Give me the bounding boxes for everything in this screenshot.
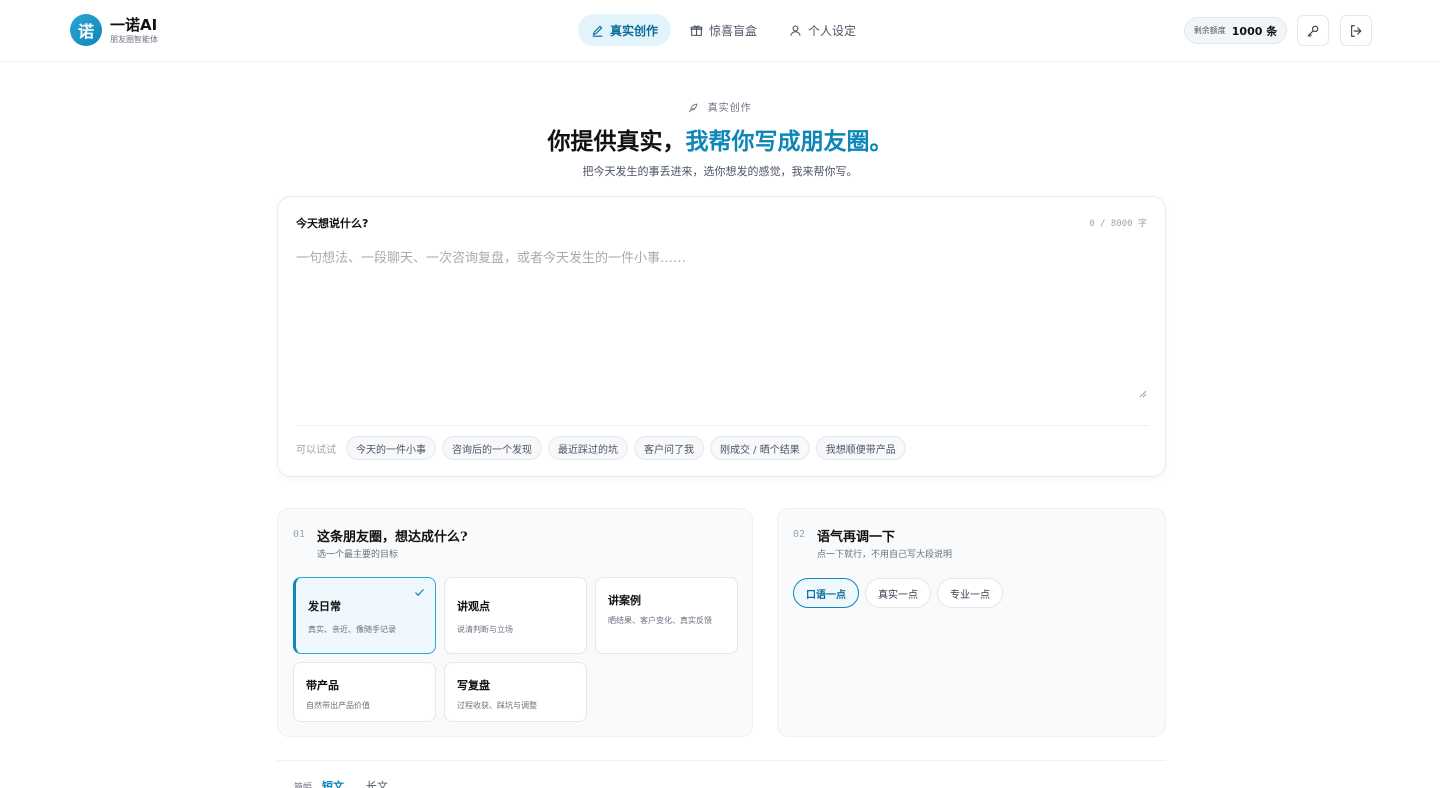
goal-option-desc: 真实、亲近、像随手记录 bbox=[308, 625, 396, 634]
gift-icon bbox=[690, 25, 703, 36]
quota-value: 1000 条 bbox=[1231, 24, 1278, 38]
brand-logo: 诺 bbox=[70, 14, 102, 46]
composer-label: 今天想说什么? bbox=[296, 217, 369, 230]
nav-item-profile[interactable]: 个人设定 bbox=[776, 14, 869, 46]
content-textarea[interactable] bbox=[296, 247, 1149, 399]
check-icon bbox=[415, 589, 424, 597]
nav-item-blindbox[interactable]: 惊喜盲盒 bbox=[677, 14, 770, 46]
suggestion-chip[interactable]: 客户问了我 bbox=[634, 436, 704, 460]
api-key-button[interactable] bbox=[1297, 15, 1329, 46]
goal-option-desc: 过程收获、踩坑与调整 bbox=[457, 701, 537, 710]
logout-button[interactable] bbox=[1340, 15, 1372, 46]
suggestion-chip[interactable]: 刚成交 / 晒个结果 bbox=[710, 436, 810, 460]
composer-card: 今天想说什么? 0 / 8000 字 可以试试 今天的一件小事 咨询后的一个发现… bbox=[277, 196, 1166, 477]
pen-icon bbox=[592, 25, 603, 37]
hero-title: 你提供真实，我帮你写成朋友圈。 bbox=[0, 122, 1440, 156]
goal-option-title: 讲观点 bbox=[457, 600, 490, 613]
goal-option-title: 讲案例 bbox=[608, 594, 641, 607]
suggestion-chip[interactable]: 今天的一件小事 bbox=[346, 436, 436, 460]
goal-option-daily[interactable]: 发日常 真实、亲近、像随手记录 bbox=[293, 577, 436, 654]
tone-panel-title: 语气再调一下 bbox=[817, 530, 896, 545]
goal-option-title: 写复盘 bbox=[457, 679, 490, 692]
main-nav: 真实创作 惊喜盲盒 个人设定 bbox=[578, 14, 875, 46]
goal-option-opinion[interactable]: 讲观点 说清判断与立场 bbox=[444, 577, 587, 654]
user-icon bbox=[790, 25, 801, 36]
suggestion-chip[interactable]: 咨询后的一个发现 bbox=[442, 436, 542, 460]
hero-title-main: 你提供真实， bbox=[547, 129, 686, 155]
step-number: 02 bbox=[793, 529, 806, 540]
tone-panel: 02 语气再调一下 点一下就行，不用自己写大段说明 口语一点 真实一点 专业一点 bbox=[777, 508, 1166, 737]
suggestion-row: 可以试试 今天的一件小事 咨询后的一个发现 最近踩过的坑 客户问了我 刚成交 /… bbox=[296, 436, 912, 460]
step-number: 01 bbox=[293, 529, 306, 540]
char-counter: 0 / 8000 字 bbox=[1089, 219, 1147, 229]
nav-item-label: 个人设定 bbox=[808, 23, 857, 38]
hero-title-accent: 我帮你写成朋友圈。 bbox=[685, 129, 893, 155]
suggestion-label: 可以试试 bbox=[296, 444, 336, 456]
nav-item-create[interactable]: 真实创作 bbox=[578, 14, 672, 46]
key-icon bbox=[1307, 25, 1319, 37]
quota-badge: 剩余额度 1000 条 bbox=[1184, 17, 1287, 44]
tone-option-professional[interactable]: 专业一点 bbox=[937, 578, 1003, 608]
goal-option-title: 发日常 bbox=[308, 600, 341, 613]
goal-option-title: 带产品 bbox=[306, 679, 339, 692]
nav-item-label: 惊喜盲盒 bbox=[709, 23, 758, 38]
goal-option-review[interactable]: 写复盘 过程收获、踩坑与调整 bbox=[444, 662, 587, 722]
length-label: 篇幅 bbox=[294, 782, 313, 788]
hero-eyebrow: 真实创作 bbox=[0, 99, 1440, 114]
hero-subtitle: 把今天发生的事丢进来，选你想发的感觉，我来帮你写。 bbox=[582, 165, 858, 178]
tone-option-real[interactable]: 真实一点 bbox=[865, 578, 931, 608]
brand-name: 一诺AI bbox=[110, 15, 158, 34]
tone-option-casual[interactable]: 口语一点 bbox=[793, 578, 859, 608]
bottom-divider bbox=[277, 760, 1166, 761]
length-option-short[interactable]: 短文 bbox=[322, 778, 344, 788]
brand-subtitle: 朋友圈智能体 bbox=[110, 34, 158, 44]
goal-option-product[interactable]: 带产品 自然带出产品价值 bbox=[293, 662, 436, 722]
logout-icon bbox=[1351, 24, 1362, 37]
tone-panel-desc: 点一下就行，不用自己写大段说明 bbox=[817, 550, 953, 560]
brand[interactable]: 诺 一诺AI 朋友圈智能体 bbox=[70, 14, 158, 46]
goal-option-desc: 自然带出产品价值 bbox=[306, 701, 370, 710]
quota-label: 剩余额度 bbox=[1193, 26, 1226, 35]
top-bar: 诺 一诺AI 朋友圈智能体 真实创作 惊喜盲盒 个人设定 剩余额度 1000 条 bbox=[0, 0, 1440, 62]
nav-item-label: 真实创作 bbox=[610, 23, 659, 38]
length-selector: 篇幅 短文 长文 bbox=[294, 778, 410, 788]
goal-panel-desc: 选一个最主要的目标 bbox=[317, 550, 399, 560]
goal-option-case[interactable]: 讲案例 晒结果、客户变化、真实反馈 bbox=[595, 577, 738, 654]
composer-divider bbox=[296, 425, 1149, 426]
goal-option-desc: 说清判断与立场 bbox=[457, 625, 513, 634]
length-option-long[interactable]: 长文 bbox=[366, 778, 388, 788]
suggestion-chip[interactable]: 最近踩过的坑 bbox=[548, 436, 628, 460]
tone-options: 口语一点 真实一点 专业一点 bbox=[793, 578, 1009, 608]
feather-icon bbox=[689, 103, 698, 113]
goal-panel-title: 这条朋友圈，想达成什么? bbox=[317, 530, 468, 545]
suggestion-chip[interactable]: 我想顺便带产品 bbox=[815, 436, 906, 460]
goal-panel: 01 这条朋友圈，想达成什么? 选一个最主要的目标 发日常 真实、亲近、像随手记… bbox=[277, 508, 753, 737]
hero-eyebrow-text: 真实创作 bbox=[707, 103, 752, 114]
goal-option-desc: 晒结果、客户变化、真实反馈 bbox=[608, 616, 712, 625]
resize-handle-icon[interactable] bbox=[1139, 390, 1147, 398]
